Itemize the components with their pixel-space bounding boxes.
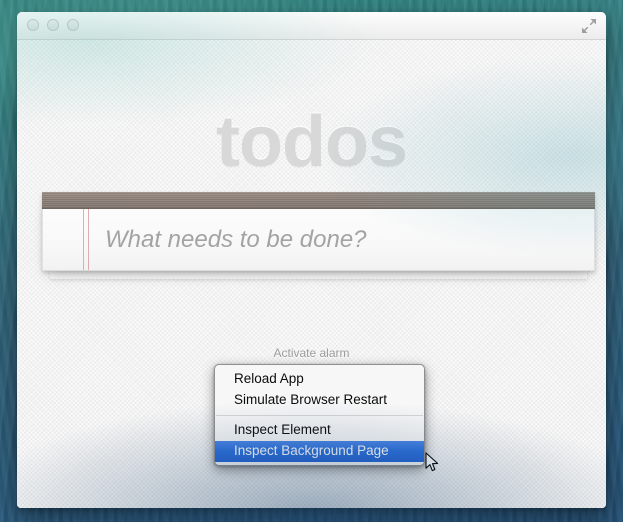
zoom-button[interactable] xyxy=(67,19,79,31)
menu-item-simulate-browser-restart[interactable]: Simulate Browser Restart xyxy=(215,390,424,411)
menu-item-inspect-background-page[interactable]: Inspect Background Page xyxy=(215,441,424,462)
todo-card-topbar xyxy=(42,192,595,209)
new-todo-row[interactable] xyxy=(42,209,595,271)
context-menu[interactable]: Reload App Simulate Browser Restart Insp… xyxy=(214,364,425,466)
mouse-cursor-icon xyxy=(425,452,441,474)
close-button[interactable] xyxy=(27,19,39,31)
app-content: todos Activate alarm Reload App Simulate… xyxy=(17,40,606,508)
page-title: todos xyxy=(17,106,606,178)
menu-separator xyxy=(216,415,423,416)
menu-item-inspect-element[interactable]: Inspect Element xyxy=(215,420,424,441)
new-todo-input[interactable] xyxy=(103,209,584,270)
desktop-wallpaper: todos Activate alarm Reload App Simulate… xyxy=(0,0,623,522)
traffic-lights-group xyxy=(27,19,79,31)
activate-alarm-label[interactable]: Activate alarm xyxy=(17,346,606,360)
app-window: todos Activate alarm Reload App Simulate… xyxy=(17,12,606,508)
margin-rule-line-right xyxy=(88,209,89,270)
menu-item-reload-app[interactable]: Reload App xyxy=(215,369,424,390)
new-todo-card xyxy=(42,192,595,271)
fullscreen-arrows-icon[interactable] xyxy=(580,17,598,35)
window-titlebar[interactable] xyxy=(17,12,606,40)
margin-rule-line-left xyxy=(83,209,84,270)
minimize-button[interactable] xyxy=(47,19,59,31)
